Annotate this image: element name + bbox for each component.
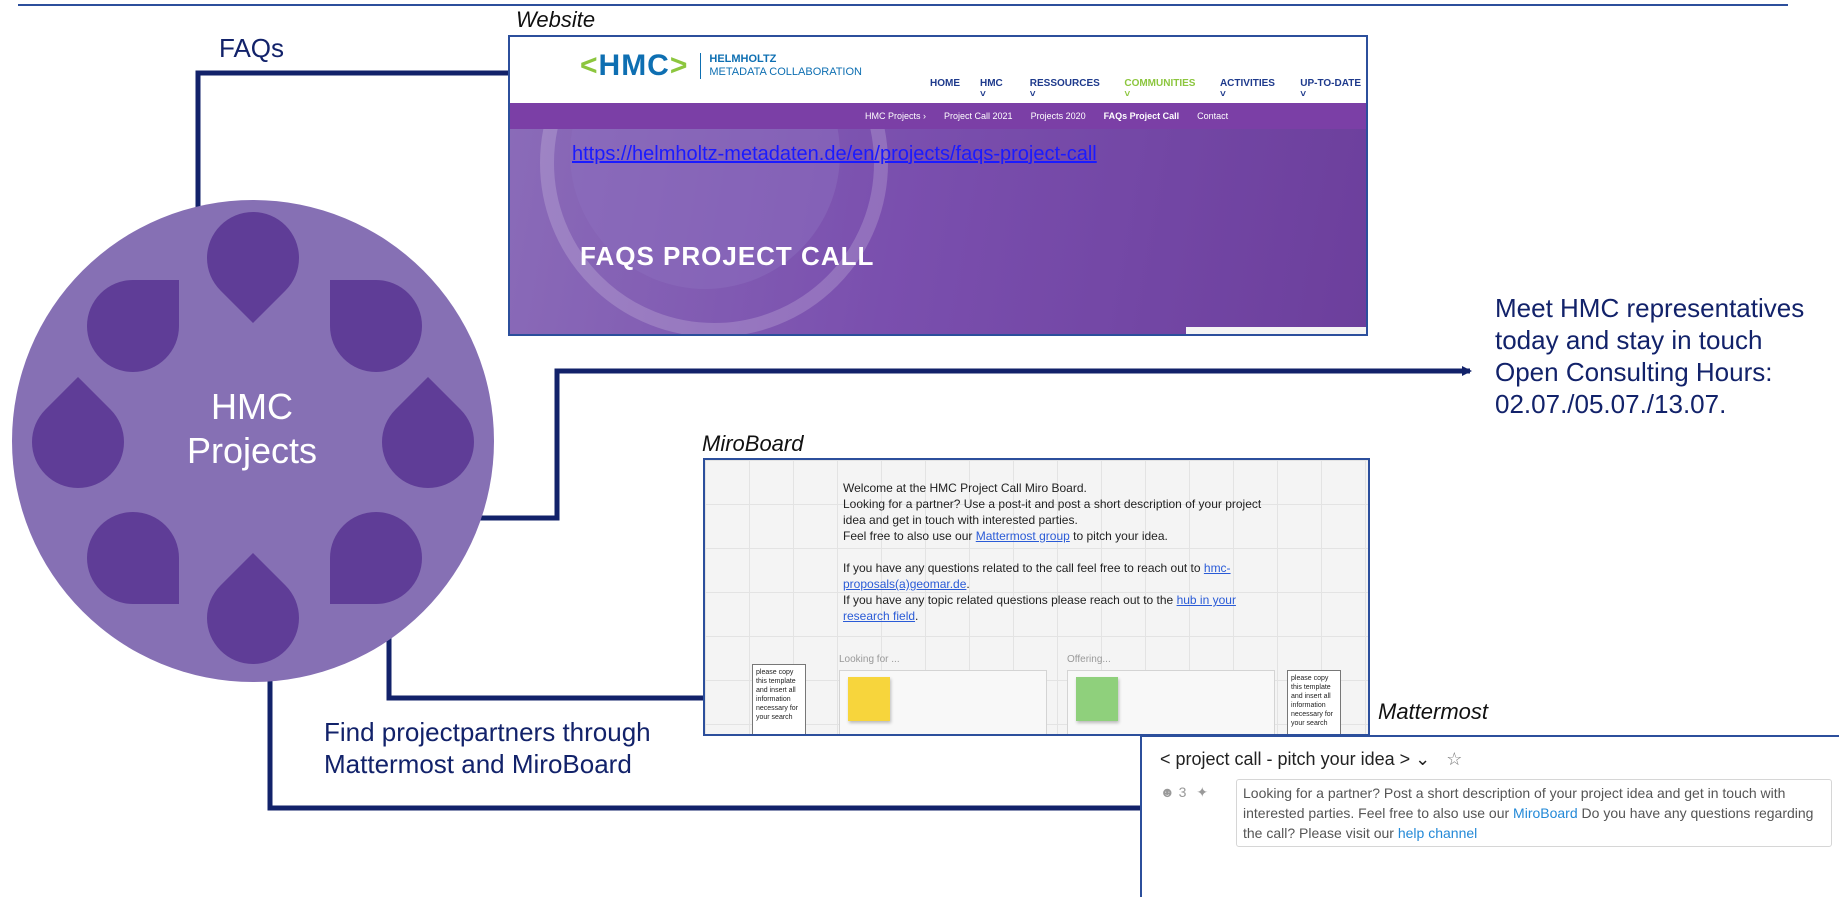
mattermost-caption: Mattermost xyxy=(1378,699,1489,724)
logo-line1: HELMHOLTZ xyxy=(709,53,777,65)
drop-bottom xyxy=(187,552,319,684)
subnav-hmc-projects[interactable]: HMC Projects › xyxy=(865,111,926,121)
miro-offering-frame[interactable] xyxy=(1067,670,1275,734)
hmc-logo[interactable]: <HMC> HELMHOLTZ METADATA COLLABORATION xyxy=(580,49,862,83)
drop-top xyxy=(187,192,319,324)
find-line: Find projectpartners through xyxy=(324,717,651,747)
miro-looking-for-label: Looking for ... xyxy=(839,654,900,665)
logo-mark: HMC xyxy=(598,49,670,82)
mattermost-group-link[interactable]: Mattermost group xyxy=(976,529,1070,543)
find-partners-text: Find projectpartners through Mattermost … xyxy=(324,716,651,780)
sub-nav: HMC Projects › Project Call 2021 Project… xyxy=(510,103,1366,129)
find-line: Mattermost and MiroBoard xyxy=(324,749,632,779)
nav-communities[interactable]: COMMUNITIES ˅ xyxy=(1124,78,1200,100)
star-icon[interactable]: ☆ xyxy=(1446,749,1462,769)
logo-line2: METADATA COLLABORATION xyxy=(709,66,862,78)
miroboard-caption: MiroBoard xyxy=(702,431,804,456)
drop-left xyxy=(12,376,144,508)
circle-title: HMC Projects xyxy=(152,385,352,473)
subnav-contact[interactable]: Contact xyxy=(1197,111,1228,121)
website-caption: Website xyxy=(516,7,596,32)
nav-hmc[interactable]: HMC ˅ xyxy=(980,78,1010,100)
faq-url-link[interactable]: https://helmholtz-metadaten.de/en/projec… xyxy=(572,143,1097,166)
site-header: <HMC> HELMHOLTZ METADATA COLLABORATION HO… xyxy=(510,37,1366,103)
chevron-right-icon: > xyxy=(669,49,689,82)
channel-description: Looking for a partner? Post a short desc… xyxy=(1236,779,1832,847)
hero-title: FAQS PROJECT CALL xyxy=(580,241,875,271)
member-icon: ☻ xyxy=(1160,784,1175,800)
subnav-project-call-2021[interactable]: Project Call 2021 xyxy=(944,111,1013,121)
drop-top-right xyxy=(330,280,422,372)
miroboard-link[interactable]: MiroBoard xyxy=(1513,805,1578,821)
hmc-projects-circle: HMC Projects xyxy=(12,192,494,684)
drop-right xyxy=(362,376,494,508)
chevron-left-icon: < xyxy=(580,49,599,82)
arrow-to-miroboard xyxy=(386,573,742,703)
channel-header[interactable]: < project call - pitch your idea > ⌄ ☆ xyxy=(1160,749,1462,770)
green-sticky-note[interactable] xyxy=(1076,677,1118,721)
mattermost-screenshot[interactable]: < project call - pitch your idea > ⌄ ☆ ☻ … xyxy=(1140,735,1839,897)
channel-meta: ☻ 3 ✦ xyxy=(1160,784,1208,801)
drop-bottom-left xyxy=(87,512,179,604)
nav-home[interactable]: HOME xyxy=(930,78,960,100)
miro-offering-label: Offering... xyxy=(1067,654,1111,665)
drop-bottom-right xyxy=(330,512,422,604)
pin-icon[interactable]: ✦ xyxy=(1196,784,1208,801)
nav-up-to-date[interactable]: UP-TO-DATE ˅ xyxy=(1300,78,1366,100)
miro-template-card-left[interactable]: please copy this template and insert all… xyxy=(752,664,806,734)
circle-title-line1: HMC xyxy=(211,386,293,427)
website-screenshot[interactable]: <HMC> HELMHOLTZ METADATA COLLABORATION HO… xyxy=(508,35,1368,336)
top-rule xyxy=(18,4,1788,6)
help-channel-link[interactable]: help channel xyxy=(1398,825,1477,841)
drop-top-left xyxy=(87,280,179,372)
channel-name[interactable]: < project call - pitch your idea > ⌄ xyxy=(1160,749,1430,769)
meet-line: Meet HMC representatives xyxy=(1495,293,1805,323)
meet-hmc-text: Meet HMC representatives today and stay … xyxy=(1495,292,1804,420)
meet-line: today and stay in touch xyxy=(1495,325,1763,355)
meet-line: Open Consulting Hours: xyxy=(1495,357,1773,387)
miro-welcome: Welcome at the HMC Project Call Miro Boa… xyxy=(843,481,1087,495)
circle-title-line2: Projects xyxy=(186,430,318,471)
nav-activities[interactable]: ACTIVITIES ˅ xyxy=(1220,78,1280,100)
hero-banner: https://helmholtz-metadaten.de/en/projec… xyxy=(510,129,1366,334)
miro-looking-for-frame[interactable] xyxy=(839,670,1047,734)
meet-line: 02.07./05.07./13.07. xyxy=(1495,389,1727,419)
miroboard-screenshot[interactable]: Welcome at the HMC Project Call Miro Boa… xyxy=(703,458,1370,736)
faqs-label: FAQs xyxy=(219,33,285,63)
nav-ressources[interactable]: RESSOURCES ˅ xyxy=(1030,78,1105,100)
members-count[interactable]: ☻ 3 xyxy=(1160,784,1186,801)
subnav-faqs-project-call[interactable]: FAQs Project Call xyxy=(1104,111,1180,121)
main-nav: HOME HMC ˅ RESSOURCES ˅ COMMUNITIES ˅ AC… xyxy=(930,78,1366,100)
yellow-sticky-note[interactable] xyxy=(848,677,890,721)
miro-welcome-text: Welcome at the HMC Project Call Miro Boa… xyxy=(843,481,1262,623)
miro-template-card-right[interactable]: please copy this template and insert all… xyxy=(1287,670,1341,734)
miro-line2: Looking for a partner? Use a post-it and… xyxy=(843,497,1262,527)
subnav-projects-2020[interactable]: Projects 2020 xyxy=(1031,111,1086,121)
